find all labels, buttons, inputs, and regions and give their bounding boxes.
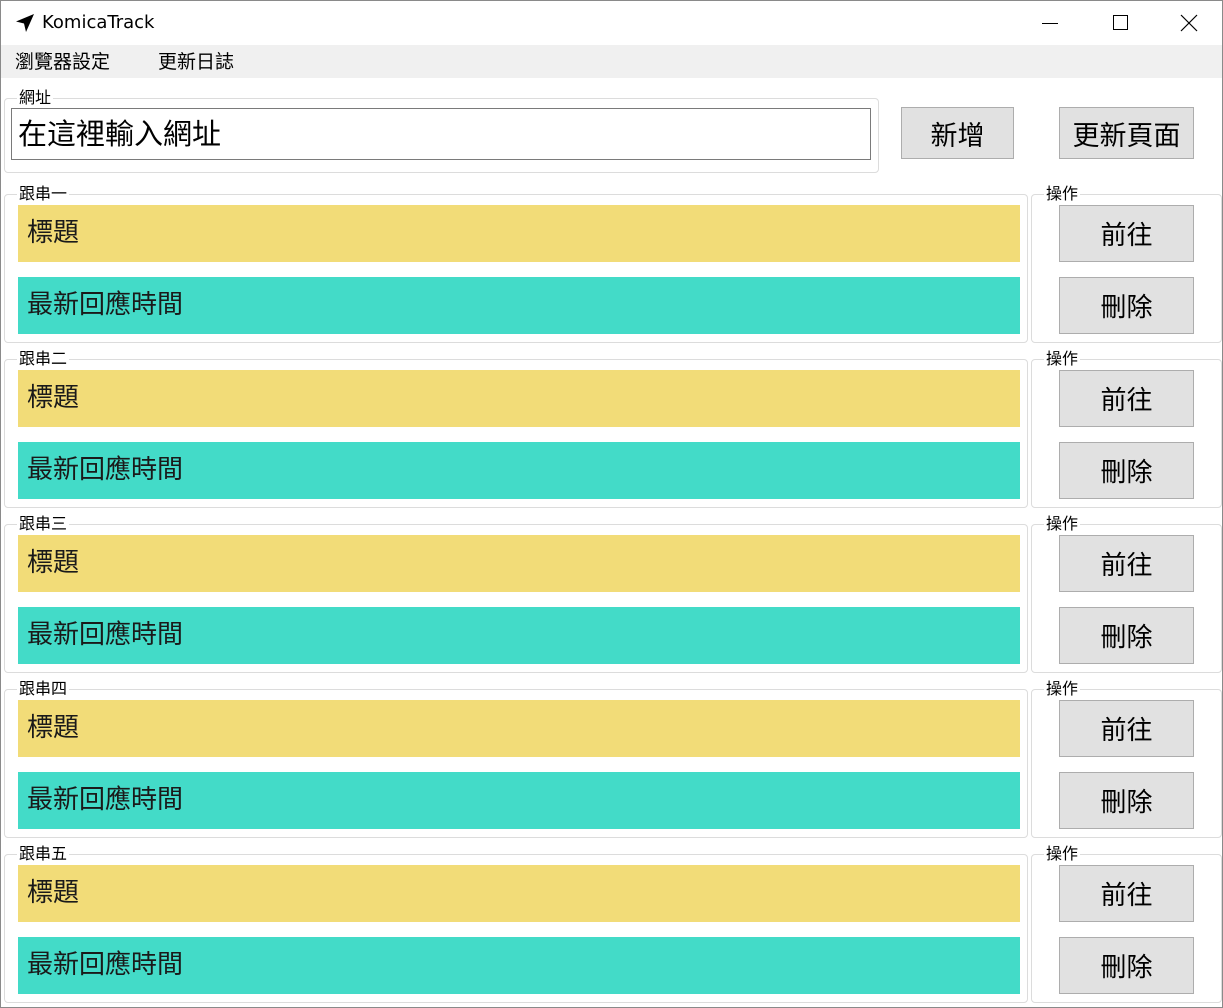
thread-group-1: 跟串一 標題 最新回應時間 (4, 184, 1028, 343)
navigation-arrow-icon (15, 13, 35, 33)
ops-group-label: 操作 (1044, 844, 1081, 864)
thread-group-label: 跟串五 (17, 844, 70, 864)
ops-group-5: 操作 前往 刪除 (1031, 844, 1222, 1003)
url-input[interactable] (11, 108, 871, 160)
maximize-button[interactable] (1085, 1, 1155, 45)
delete-button[interactable]: 刪除 (1059, 772, 1194, 829)
ops-group-label: 操作 (1044, 514, 1081, 534)
delete-button[interactable]: 刪除 (1059, 442, 1194, 499)
add-button[interactable]: 新增 (901, 107, 1014, 159)
thread-last-reply-time: 最新回應時間 (18, 607, 1020, 664)
minimize-button[interactable] (1015, 1, 1085, 45)
thread-title: 標題 (18, 865, 1020, 922)
delete-button[interactable]: 刪除 (1059, 277, 1194, 334)
thread-title: 標題 (18, 535, 1020, 592)
window-title: KomicaTrack (42, 12, 155, 33)
maximize-icon (1113, 15, 1128, 30)
delete-button[interactable]: 刪除 (1059, 937, 1194, 994)
thread-group-2: 跟串二 標題 最新回應時間 (4, 349, 1028, 508)
ops-group-label: 操作 (1044, 184, 1081, 204)
thread-group-label: 跟串一 (17, 184, 70, 204)
thread-group-3: 跟串三 標題 最新回應時間 (4, 514, 1028, 673)
ops-group-2: 操作 前往 刪除 (1031, 349, 1222, 508)
title-bar[interactable]: KomicaTrack (1, 1, 1222, 45)
thread-last-reply-time: 最新回應時間 (18, 442, 1020, 499)
go-button[interactable]: 前往 (1059, 535, 1194, 592)
go-button[interactable]: 前往 (1059, 370, 1194, 427)
thread-title: 標題 (18, 370, 1020, 427)
thread-title: 標題 (18, 205, 1020, 262)
thread-group-4: 跟串四 標題 最新回應時間 (4, 679, 1028, 838)
menu-changelog[interactable]: 更新日誌 (158, 50, 234, 74)
thread-last-reply-time: 最新回應時間 (18, 937, 1020, 994)
url-group: 網址 (4, 88, 879, 173)
ops-group-label: 操作 (1044, 679, 1081, 699)
thread-last-reply-time: 最新回應時間 (18, 277, 1020, 334)
thread-last-reply-time: 最新回應時間 (18, 772, 1020, 829)
thread-group-label: 跟串三 (17, 514, 70, 534)
ops-group-label: 操作 (1044, 349, 1081, 369)
thread-title: 標題 (18, 700, 1020, 757)
ops-group-3: 操作 前往 刪除 (1031, 514, 1222, 673)
url-group-label: 網址 (17, 88, 54, 108)
refresh-page-button[interactable]: 更新頁面 (1059, 107, 1194, 159)
close-button[interactable] (1153, 1, 1223, 45)
delete-button[interactable]: 刪除 (1059, 607, 1194, 664)
go-button[interactable]: 前往 (1059, 205, 1194, 262)
thread-group-label: 跟串二 (17, 349, 70, 369)
go-button[interactable]: 前往 (1059, 865, 1194, 922)
thread-group-label: 跟串四 (17, 679, 70, 699)
minimize-icon (1042, 23, 1058, 24)
ops-group-4: 操作 前往 刪除 (1031, 679, 1222, 838)
close-icon (1180, 14, 1198, 32)
menu-bar: 瀏覽器設定 更新日誌 (1, 45, 1222, 78)
menu-browser-settings[interactable]: 瀏覽器設定 (15, 50, 110, 74)
ops-group-1: 操作 前往 刪除 (1031, 184, 1222, 343)
go-button[interactable]: 前往 (1059, 700, 1194, 757)
thread-group-5: 跟串五 標題 最新回應時間 (4, 844, 1028, 1003)
